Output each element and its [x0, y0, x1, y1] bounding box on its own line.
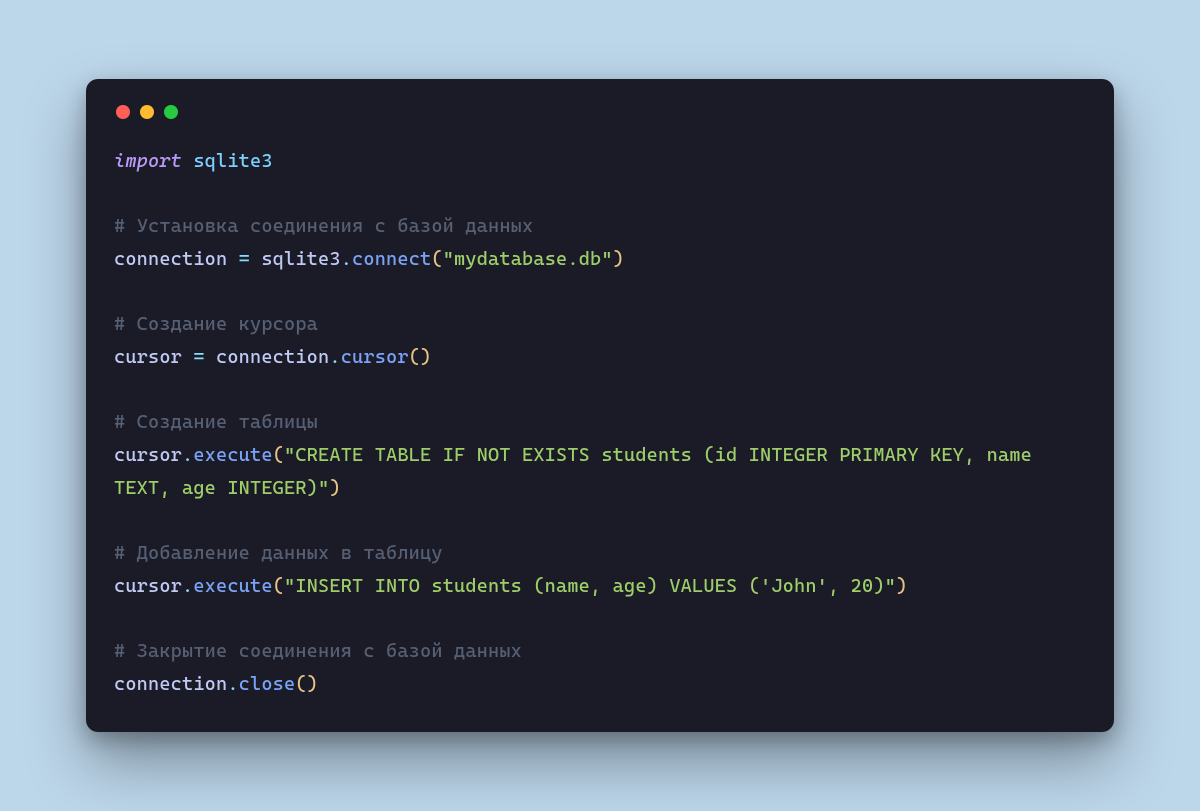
code-token: () — [409, 346, 432, 368]
code-line: # Закрытие соединения с базой данных — [114, 635, 1086, 668]
blank-line — [114, 275, 1086, 308]
code-token: execute — [193, 575, 272, 597]
blank-line — [114, 602, 1086, 635]
code-token: ( — [273, 444, 284, 466]
code-token: ) — [896, 575, 907, 597]
blank-line — [114, 504, 1086, 537]
blank-line — [114, 177, 1086, 210]
code-token: sqlite3 — [250, 248, 341, 270]
code-token: # Закрытие соединения с базой данных — [114, 640, 522, 662]
code-token: () — [295, 673, 318, 695]
code-token: cursor — [114, 444, 182, 466]
code-token: connection — [205, 346, 330, 368]
code-line: cursor = connection.cursor() — [114, 341, 1086, 374]
code-line: # Создание таблицы — [114, 406, 1086, 439]
code-token: . — [182, 575, 193, 597]
traffic-lights — [116, 105, 1086, 119]
code-token: = — [239, 248, 250, 270]
maximize-icon[interactable] — [164, 105, 178, 119]
code-window: import sqlite3 # Установка соединения с … — [86, 79, 1114, 732]
minimize-icon[interactable] — [140, 105, 154, 119]
code-token: # Создание таблицы — [114, 411, 318, 433]
code-token: . — [341, 248, 352, 270]
code-token: close — [239, 673, 296, 695]
code-line: connection.close() — [114, 668, 1086, 701]
code-token: # Создание курсора — [114, 313, 318, 335]
code-token: "INSERT INTO students (name, age) VALUES… — [284, 575, 896, 597]
code-token: sqlite3 — [193, 150, 272, 172]
code-token: ) — [329, 477, 340, 499]
code-area: import sqlite3 # Установка соединения с … — [114, 145, 1086, 700]
code-token: execute — [193, 444, 272, 466]
code-token: "mydatabase.db" — [443, 248, 613, 270]
code-line: # Установка соединения с базой данных — [114, 210, 1086, 243]
code-token: ( — [431, 248, 442, 270]
code-token: connection — [114, 248, 239, 270]
code-line: cursor.execute("CREATE TABLE IF NOT EXIS… — [114, 439, 1086, 504]
code-token: # Добавление данных в таблицу — [114, 542, 443, 564]
blank-line — [114, 373, 1086, 406]
code-line: # Добавление данных в таблицу — [114, 537, 1086, 570]
code-token: import — [114, 150, 182, 172]
code-token: . — [182, 444, 193, 466]
code-line: # Создание курсора — [114, 308, 1086, 341]
code-token: connection — [114, 673, 227, 695]
code-token: # Установка соединения с базой данных — [114, 215, 533, 237]
close-icon[interactable] — [116, 105, 130, 119]
code-token: ( — [273, 575, 284, 597]
code-line: cursor.execute("INSERT INTO students (na… — [114, 570, 1086, 603]
code-token: . — [329, 346, 340, 368]
code-line: import sqlite3 — [114, 145, 1086, 178]
code-line: connection = sqlite3.connect("mydatabase… — [114, 243, 1086, 276]
code-token: connect — [352, 248, 431, 270]
code-token: . — [227, 673, 238, 695]
code-token — [182, 150, 193, 172]
code-token: cursor — [114, 575, 182, 597]
code-token: = — [193, 346, 204, 368]
code-token: cursor — [114, 346, 193, 368]
code-token: ) — [613, 248, 624, 270]
code-token: cursor — [341, 346, 409, 368]
